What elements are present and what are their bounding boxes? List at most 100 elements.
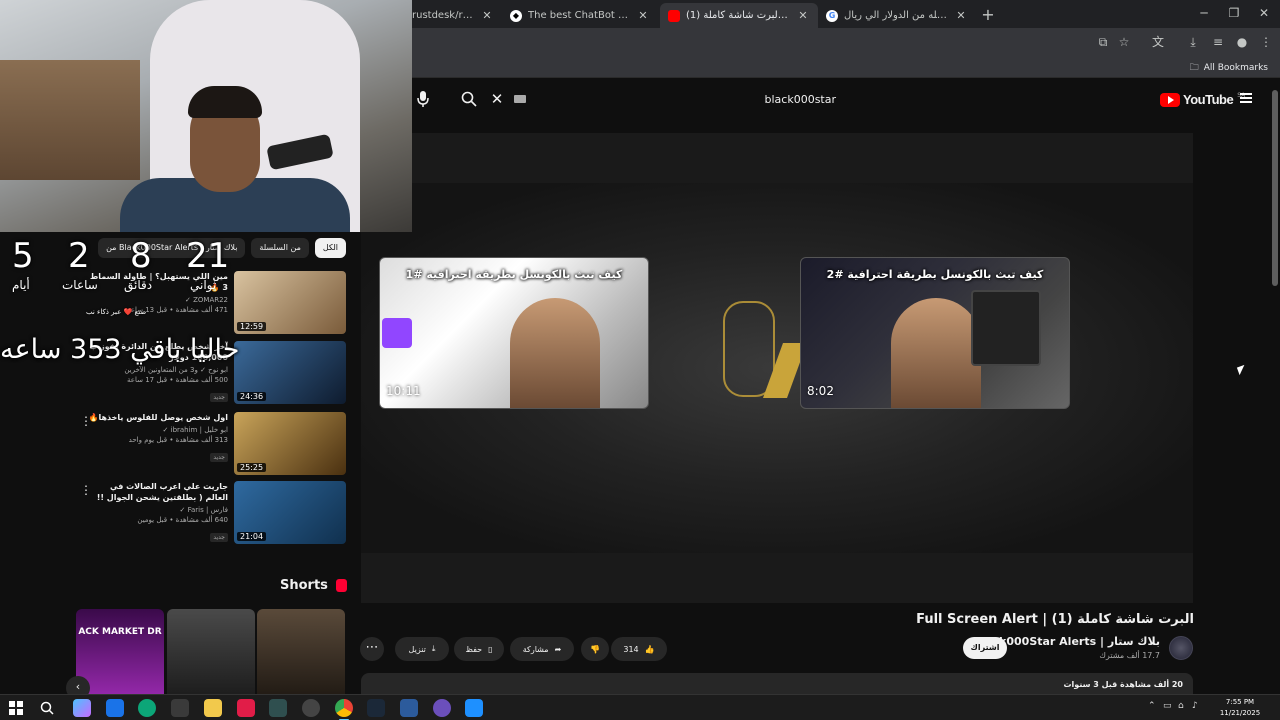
all-bookmarks-button[interactable]: 🗀 All Bookmarks xyxy=(1190,60,1268,76)
channel-name[interactable]: ZOMAR22 ✓ xyxy=(88,296,228,304)
outlook-icon[interactable] xyxy=(106,699,124,717)
subscribe-button[interactable]: اشتراك xyxy=(963,637,1007,659)
endcard-video-1[interactable]: كيف تبث بالكونسل بطريقة احترافية #1 10:1… xyxy=(379,257,649,409)
twitch-icon xyxy=(382,318,412,348)
tab-currency[interactable]: G تحويل العمله من الدولار الي ريال ✕ xyxy=(818,3,976,28)
install-app-icon[interactable]: ⧉ xyxy=(1095,34,1111,50)
volume-icon[interactable]: ♪ xyxy=(1192,701,1198,711)
more-options-icon[interactable]: ⋮ xyxy=(80,483,92,497)
channel-name[interactable]: فارس | Faris ✓ xyxy=(88,506,228,514)
video-title[interactable]: اول شخص يوصل للفلوس ياخذها🔥 xyxy=(88,412,229,423)
thumbs-down-icon: 👎 xyxy=(590,644,600,654)
thumbnail-laptop xyxy=(971,290,1041,366)
page-scrollbar[interactable] xyxy=(1270,80,1280,694)
channel-name[interactable]: ابو خليل | ibrahim ✓ xyxy=(88,426,228,434)
channel-avatar[interactable] xyxy=(1169,636,1193,660)
rustdesk-icon[interactable] xyxy=(465,699,483,717)
profile-icon[interactable]: ● xyxy=(1234,34,1250,50)
close-icon[interactable]: ✕ xyxy=(636,9,650,22)
search-icon[interactable] xyxy=(40,701,54,715)
endcard-duration: 10:11 xyxy=(386,384,421,398)
video-thumbnail[interactable]: 12:59 xyxy=(234,271,346,334)
bookmark-star-icon[interactable]: ☆ xyxy=(1116,34,1132,50)
store-icon[interactable] xyxy=(171,699,189,717)
chip-series[interactable]: من السلسلة xyxy=(251,238,309,258)
network-icon[interactable]: ⌂ xyxy=(1178,701,1184,711)
search-button[interactable] xyxy=(452,84,486,114)
webcam-overlay xyxy=(0,0,412,232)
tab-label: rustdesk/rustdesk xyxy=(412,10,474,21)
copilot-icon[interactable] xyxy=(73,699,91,717)
overlay-caption: صنع ❤️ عبر ذكاء نب xyxy=(86,308,147,316)
save-button[interactable]: حفظ ▯ xyxy=(454,637,504,661)
display-icon[interactable]: ▭ xyxy=(1163,701,1172,711)
all-bookmarks-label: All Bookmarks xyxy=(1203,63,1268,73)
short-thumbnail-text: ACK MARKET DR xyxy=(78,627,162,637)
more-options-icon[interactable]: ⋮ xyxy=(80,414,92,428)
screen: rustdesk/rustdesk ✕ ◆ The best ChatBot a… xyxy=(0,0,1280,720)
clock-time: 7:55 PM xyxy=(1225,698,1255,706)
download-button[interactable]: تنزيل ⤓ xyxy=(395,637,449,661)
thumbnail-person xyxy=(510,298,600,408)
edge-icon[interactable] xyxy=(138,699,156,717)
tab-chatbot[interactable]: ◆ The best ChatBot and Widgets ✕ xyxy=(502,3,658,28)
file-explorer-icon[interactable] xyxy=(204,699,222,717)
download-icon[interactable]: ⤓ xyxy=(1185,34,1201,50)
search-input[interactable]: black000star xyxy=(526,93,848,106)
video-meta: 640 ألف مشاهدة • قبل يومين xyxy=(137,516,228,524)
endcard-duration: 8:02 xyxy=(807,384,834,398)
tab-label: The best ChatBot and Widgets xyxy=(528,10,630,21)
obs-icon[interactable] xyxy=(302,699,320,717)
system-clock[interactable]: 7:55 PM 11/21/2025 xyxy=(1204,697,1276,719)
endcard-video-2[interactable]: كيف تبث بالكونسل بطريقة احترافية #2 8:02 xyxy=(800,257,1070,409)
related-video[interactable]: ⋮ 21:04 جاريت علي اعرب الصالات في العالم… xyxy=(76,481,346,545)
close-icon[interactable]: ✕ xyxy=(954,9,968,22)
share-button[interactable]: مشاركة ➦ xyxy=(510,637,574,661)
video-player[interactable]: كيف تبث بالكونسل بطريقة احترافية #1 10:1… xyxy=(361,133,1193,603)
video-info: جاريت علي اعرب الصالات في العالم ( بطلقت… xyxy=(88,481,228,543)
discord-icon[interactable] xyxy=(433,699,451,717)
close-icon[interactable]: ✕ xyxy=(796,9,810,22)
translate-icon[interactable]: 文 xyxy=(1150,34,1166,50)
like-count[interactable]: 314 xyxy=(623,645,638,654)
close-window-icon[interactable]: ✕ xyxy=(1256,6,1272,20)
short-video[interactable] xyxy=(257,609,345,701)
close-icon[interactable]: ✕ xyxy=(480,9,494,22)
dislike-button[interactable]: 👎 xyxy=(581,637,609,661)
video-title[interactable]: جاريت علي اعرب الصالات في العالم ( بطلقت… xyxy=(88,481,228,503)
youtube-icon xyxy=(668,9,680,22)
new-tab-button[interactable]: + xyxy=(980,5,996,24)
related-video[interactable]: ⋮ 25:25 اول شخص يوصل للفلوس ياخذها🔥 ابو … xyxy=(76,412,346,476)
chip-all[interactable]: الكل xyxy=(314,238,346,258)
folder-icon: 🗀 xyxy=(1189,63,1199,73)
menu-icon[interactable]: ⋮ xyxy=(1258,34,1274,50)
scrollbar-thumb[interactable] xyxy=(1272,90,1278,286)
video-meta: 313 ألف مشاهدة • قبل يوم واحد xyxy=(128,436,228,444)
clear-search-icon[interactable]: ✕ xyxy=(486,84,508,114)
tray-overflow-icon[interactable]: ⌃ xyxy=(1148,701,1156,711)
youtube-logo[interactable]: YouTube SA xyxy=(1160,92,1245,107)
microphone-icon[interactable] xyxy=(416,90,430,108)
thumbs-up-icon[interactable]: 👍 xyxy=(645,645,655,654)
tab-youtube[interactable]: (1) البرت شاشة كاملة - YouTube ✕ xyxy=(660,3,818,28)
minimize-icon[interactable]: ─ xyxy=(1196,6,1212,20)
endcard-title: كيف تبث بالكونسل بطريقة احترافية #1 xyxy=(405,268,623,281)
channel-name[interactable]: ابو نوح ✓ و3 من المتعاونين الآخرين xyxy=(88,366,228,374)
windows-start-icon[interactable] xyxy=(9,701,23,715)
steam-icon[interactable] xyxy=(367,699,385,717)
video-thumbnail[interactable]: 21:04 xyxy=(234,481,346,544)
xbox-icon[interactable] xyxy=(269,699,287,717)
search-icon xyxy=(461,91,477,107)
vpn-icon[interactable] xyxy=(400,699,418,717)
video-thumbnail[interactable]: 25:25 xyxy=(234,412,346,475)
keyboard-icon[interactable] xyxy=(514,95,526,103)
tab-rustdesk[interactable]: rustdesk/rustdesk ✕ xyxy=(404,3,502,28)
restore-icon[interactable]: ❐ xyxy=(1226,6,1242,20)
chrome-icon[interactable] xyxy=(335,699,353,720)
media-controls-icon[interactable]: ≡ xyxy=(1210,34,1226,50)
more-actions-icon[interactable]: ⋯ xyxy=(360,637,384,661)
short-video[interactable] xyxy=(167,609,255,701)
video-thumbnail[interactable]: 24:36 xyxy=(234,341,346,404)
wps-icon[interactable] xyxy=(237,699,255,717)
hamburger-menu-icon[interactable] xyxy=(1240,93,1252,103)
